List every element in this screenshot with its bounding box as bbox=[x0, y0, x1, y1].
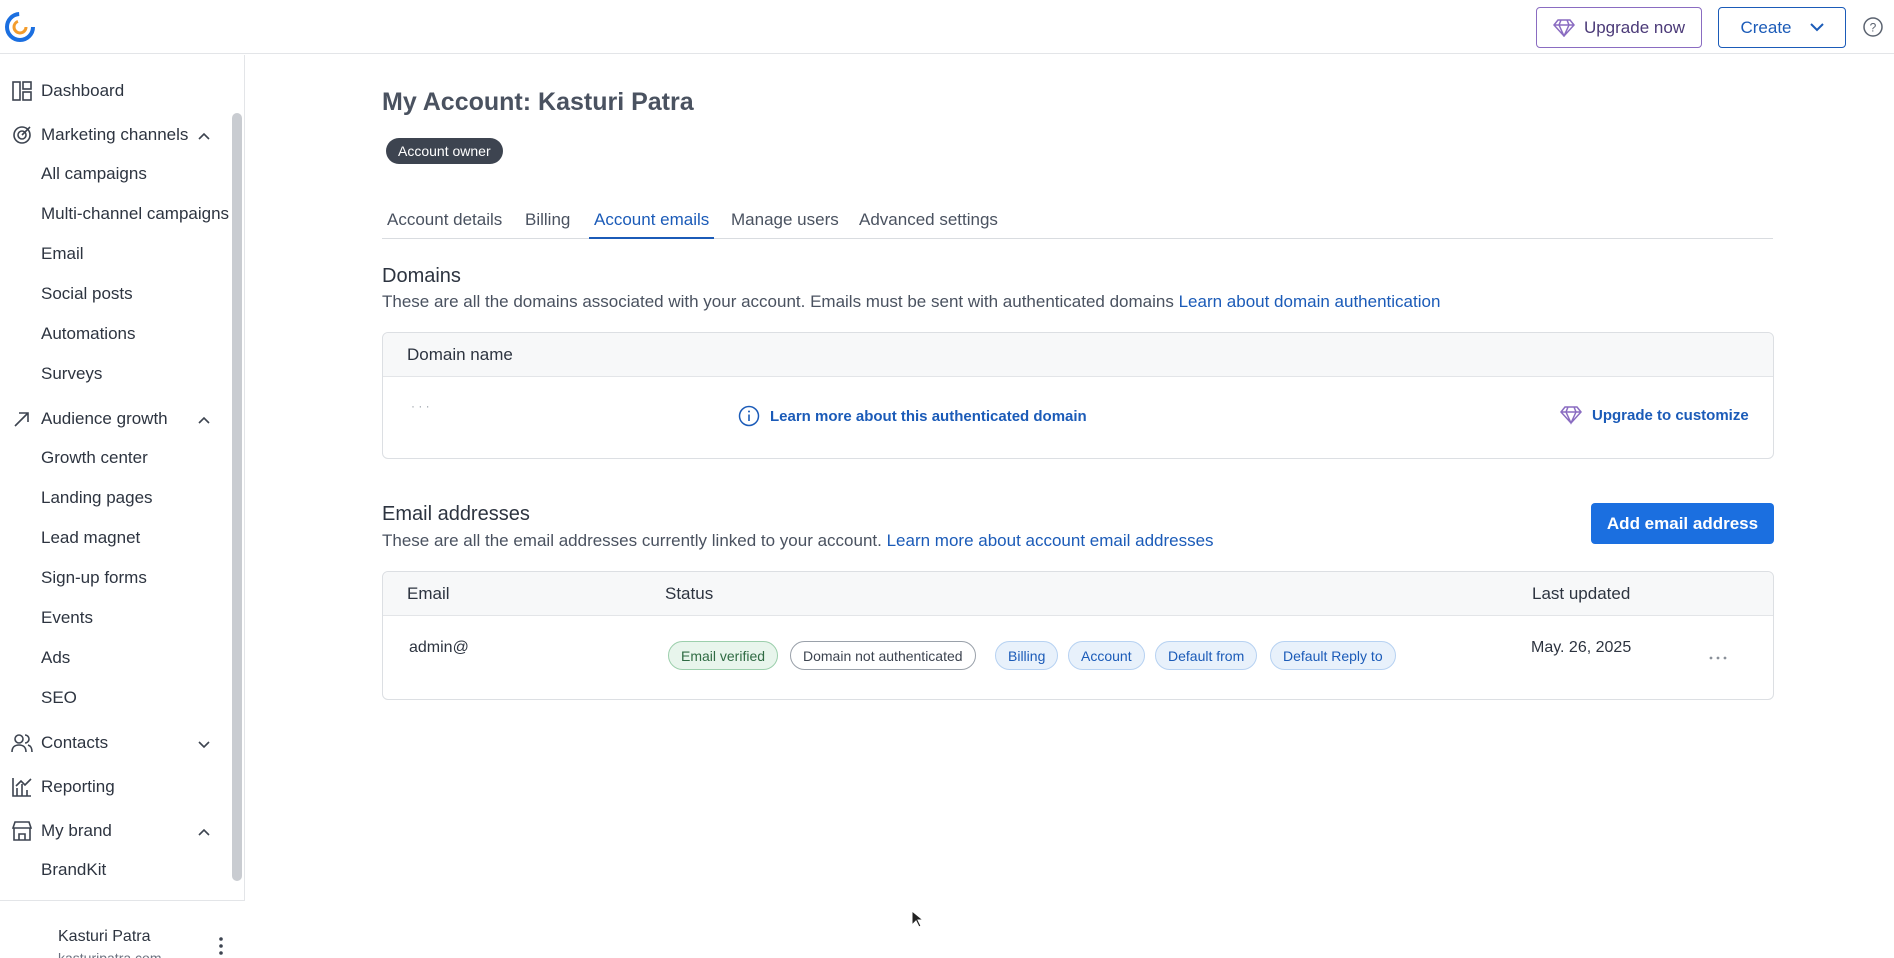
tab-manage-users[interactable]: Manage users bbox=[726, 205, 844, 239]
sidebar-item-multi-channel-campaigns[interactable]: Multi-channel campaigns bbox=[41, 199, 231, 229]
last-updated-cell: May. 26, 2025 bbox=[1531, 639, 1632, 656]
sidebar-item-growth-center[interactable]: Growth center bbox=[41, 443, 231, 473]
last-updated-column-header: Last updated bbox=[1532, 584, 1631, 603]
domain-name-cell: · · · bbox=[411, 399, 430, 413]
sidebar-item-all-campaigns[interactable]: All campaigns bbox=[41, 159, 231, 189]
dashboard-icon bbox=[12, 81, 32, 101]
sidebar-item-events[interactable]: Events bbox=[41, 603, 231, 633]
sidebar-item-social-posts[interactable]: Social posts bbox=[41, 279, 231, 309]
sidebar-item-label: Reporting bbox=[41, 777, 115, 796]
tab-advanced-settings[interactable]: Advanced settings bbox=[854, 205, 1003, 239]
upgrade-now-label: Upgrade now bbox=[1583, 17, 1686, 37]
sidebar-item-my-brand[interactable]: My brand bbox=[0, 813, 230, 849]
upgrade-to-customize-link[interactable]: Upgrade to customize bbox=[1560, 405, 1749, 425]
contacts-icon bbox=[11, 734, 33, 753]
sidebar-item-surveys[interactable]: Surveys bbox=[41, 359, 231, 389]
mouse-cursor-icon bbox=[911, 910, 923, 928]
sidebar-item-seo[interactable]: SEO bbox=[41, 683, 231, 713]
sidebar-item-dashboard[interactable]: Dashboard bbox=[0, 73, 230, 109]
sidebar-item-email[interactable]: Email bbox=[41, 239, 231, 269]
create-button[interactable]: Create bbox=[1718, 7, 1846, 48]
user-name: Kasturi Patra bbox=[58, 928, 151, 945]
sidebar-item-brandkit[interactable]: BrandKit bbox=[41, 855, 231, 885]
learn-more-domain-label: Learn more about this authenticated doma… bbox=[770, 407, 1087, 425]
email-addresses-title: Email addresses bbox=[382, 503, 530, 525]
domains-description-text: These are all the domains associated wit… bbox=[382, 292, 1179, 311]
domain-authentication-link[interactable]: Learn about domain authentication bbox=[1179, 292, 1441, 311]
chevron-up-icon[interactable] bbox=[197, 129, 211, 143]
account-tabs: Account details Billing Account emails M… bbox=[382, 205, 1773, 239]
top-bar: Upgrade now Create ? bbox=[0, 0, 1894, 54]
sidebar-item-automations[interactable]: Automations bbox=[41, 319, 231, 349]
sidebar-scrollbar[interactable] bbox=[232, 113, 242, 881]
sidebar-item-contacts[interactable]: Contacts bbox=[0, 725, 230, 761]
account-email-addresses-link[interactable]: Learn more about account email addresses bbox=[887, 531, 1214, 550]
domains-table: Domain name · · · Learn more about this … bbox=[382, 332, 1774, 459]
sidebar-item-reporting[interactable]: Reporting bbox=[0, 769, 230, 805]
status-badge-account: Account bbox=[1068, 641, 1145, 670]
status-badge-default-from: Default from bbox=[1155, 641, 1258, 670]
more-vertical-icon[interactable] bbox=[213, 935, 229, 957]
email-addresses-table: Email Status Last updated bbox=[382, 571, 1774, 700]
domains-title: Domains bbox=[382, 265, 461, 287]
more-horizontal-icon[interactable] bbox=[1708, 648, 1728, 668]
chevron-down-icon[interactable] bbox=[197, 737, 211, 751]
tab-account-emails[interactable]: Account emails bbox=[589, 205, 715, 239]
sidebar-item-label: Dashboard bbox=[41, 81, 125, 100]
sidebar-item-label: Audience growth bbox=[41, 409, 168, 428]
chevron-up-icon[interactable] bbox=[197, 413, 211, 427]
domains-table-header: Domain name bbox=[383, 333, 1773, 377]
sidebar: Dashboard Marketing channels All campaig… bbox=[0, 55, 245, 958]
add-email-address-button[interactable]: Add email address bbox=[1591, 503, 1774, 544]
reporting-icon bbox=[12, 778, 32, 797]
page-title: My Account: Kasturi Patra bbox=[382, 88, 694, 116]
diamond-icon bbox=[1552, 18, 1575, 37]
email-addresses-description-text: These are all the email addresses curren… bbox=[382, 531, 887, 550]
learn-more-domain-link[interactable]: Learn more about this authenticated doma… bbox=[738, 405, 1087, 427]
status-badge-default-reply-to: Default Reply to bbox=[1270, 641, 1396, 670]
sidebar-item-label: My brand bbox=[41, 821, 112, 840]
chevron-down-icon bbox=[1809, 23, 1824, 32]
marketing-icon bbox=[13, 126, 31, 144]
sidebar-item-lead-magnet[interactable]: Lead magnet bbox=[41, 523, 231, 553]
sidebar-item-label: Contacts bbox=[41, 733, 109, 752]
upgrade-to-customize-label: Upgrade to customize bbox=[1592, 406, 1749, 424]
create-label: Create bbox=[1740, 17, 1792, 37]
sidebar-item-audience-growth[interactable]: Audience growth bbox=[0, 401, 230, 437]
sidebar-item-landing-pages[interactable]: Landing pages bbox=[41, 483, 231, 513]
sidebar-item-sign-up-forms[interactable]: Sign-up forms bbox=[41, 563, 231, 593]
account-owner-badge: Account owner bbox=[386, 138, 503, 164]
status-badge-domain-not-authenticated: Domain not authenticated bbox=[790, 641, 976, 670]
email-addresses-description: These are all the email addresses curren… bbox=[382, 531, 1214, 551]
help-circle-icon[interactable]: ? bbox=[1863, 17, 1883, 37]
tab-account-details[interactable]: Account details bbox=[382, 205, 507, 239]
domains-description: These are all the domains associated wit… bbox=[382, 292, 1440, 312]
svg-text:?: ? bbox=[1870, 21, 1877, 35]
status-column-header: Status bbox=[665, 584, 714, 603]
user-email: kasturipatra.com bbox=[58, 950, 162, 958]
diamond-icon bbox=[1560, 406, 1582, 425]
status-badge-email-verified: Email verified bbox=[668, 641, 779, 670]
sidebar-item-ads[interactable]: Ads bbox=[41, 643, 231, 673]
tab-billing[interactable]: Billing bbox=[520, 205, 575, 239]
status-badge-billing: Billing bbox=[995, 641, 1059, 670]
store-icon bbox=[11, 821, 33, 841]
sidebar-item-marketing-channels[interactable]: Marketing channels bbox=[0, 117, 230, 153]
email-cell: admin@ bbox=[409, 639, 469, 656]
email-table-header: Email Status Last updated bbox=[383, 572, 1773, 616]
constant-contact-logo[interactable] bbox=[4, 11, 36, 43]
domain-name-header: Domain name bbox=[407, 345, 513, 364]
upgrade-now-button[interactable]: Upgrade now bbox=[1536, 7, 1702, 48]
chevron-up-icon[interactable] bbox=[197, 825, 211, 839]
sidebar-item-label: Marketing channels bbox=[41, 125, 189, 144]
info-icon bbox=[738, 405, 760, 427]
email-column-header: Email bbox=[407, 584, 450, 603]
trend-arrow-icon bbox=[14, 412, 29, 427]
